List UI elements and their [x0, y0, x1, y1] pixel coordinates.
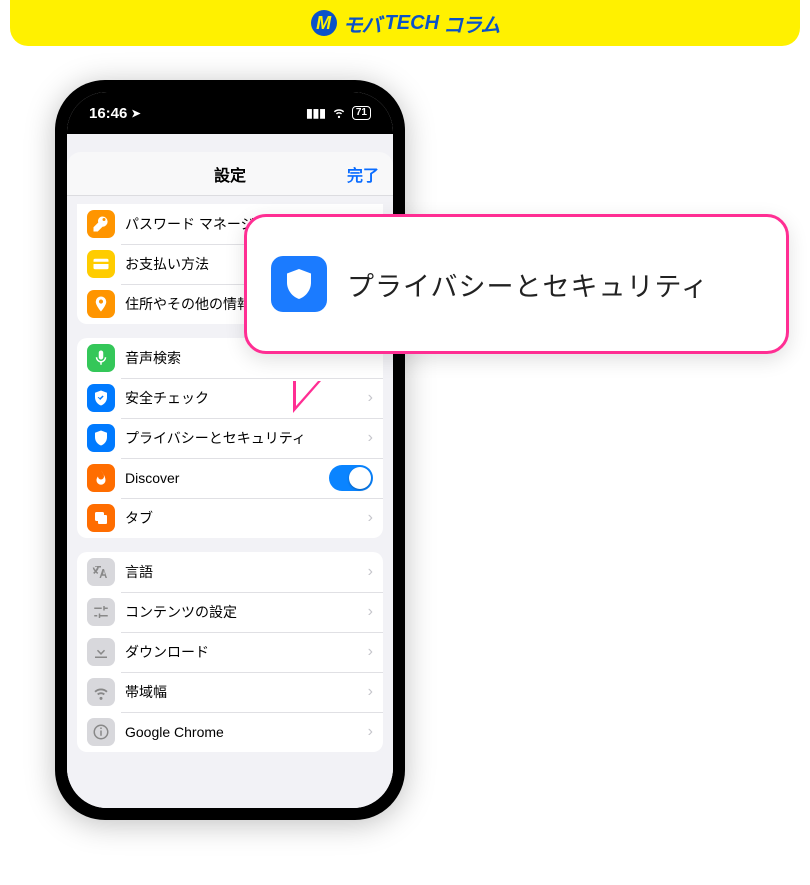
discover-toggle[interactable] [329, 465, 373, 491]
row-downloads[interactable]: ダウンロード › [77, 632, 383, 672]
info-icon [87, 718, 115, 746]
chevron-right-icon: › [368, 563, 373, 581]
chevron-right-icon: › [368, 603, 373, 621]
row-label: 言語 [125, 562, 368, 582]
row-label: Discover [125, 470, 329, 486]
row-label: Google Chrome [125, 724, 368, 740]
mic-icon [87, 344, 115, 372]
chevron-right-icon: › [368, 643, 373, 661]
callout-bubble: プライバシーとセキュリティ [244, 214, 789, 354]
location-arrow-icon: ➤ [131, 107, 140, 120]
status-time: 16:46 [89, 105, 127, 122]
brand-text-mo: モバ [343, 9, 381, 38]
tabs-icon [87, 504, 115, 532]
row-content-settings[interactable]: コンテンツの設定 › [77, 592, 383, 632]
settings-group: 音声検索 安全チェック › プライバシーとセキュリティ [77, 338, 383, 538]
shield-check-icon [87, 384, 115, 412]
chevron-right-icon: › [368, 723, 373, 741]
sliders-icon [87, 598, 115, 626]
battery-level: 71 [352, 106, 371, 120]
chevron-right-icon: › [368, 429, 373, 447]
row-bandwidth[interactable]: 帯域幅 › [77, 672, 383, 712]
wifi-icon [87, 678, 115, 706]
shield-icon [87, 424, 115, 452]
callout-text: プライバシーとセキュリティ [347, 265, 709, 304]
row-label: プライバシーとセキュリティ [125, 428, 368, 448]
signal-icon: ▮▮▮ [306, 106, 326, 120]
nav-title: 設定 [67, 162, 393, 186]
phone-notch [155, 92, 305, 118]
pin-icon [87, 290, 115, 318]
chevron-right-icon: › [368, 683, 373, 701]
shield-icon [271, 256, 327, 312]
nav-header: 設定 完了 [67, 152, 393, 196]
row-label: 安全チェック [125, 388, 368, 408]
card-icon [87, 250, 115, 278]
translate-icon [87, 558, 115, 586]
chevron-right-icon: › [368, 389, 373, 407]
wifi-status-icon [332, 105, 346, 122]
brand-logo-icon: M [311, 10, 337, 36]
row-language[interactable]: 言語 › [77, 552, 383, 592]
key-icon [87, 210, 115, 238]
phone-mockup: 16:46 ➤ ▮▮▮ 71 設定 完了 [55, 80, 405, 820]
row-label: 帯域幅 [125, 682, 368, 702]
row-label: コンテンツの設定 [125, 602, 368, 622]
row-discover[interactable]: Discover [77, 458, 383, 498]
settings-group: 言語 › コンテンツの設定 › ダウンロード [77, 552, 383, 752]
chevron-right-icon: › [368, 509, 373, 527]
phone-screen: 16:46 ➤ ▮▮▮ 71 設定 完了 [67, 92, 393, 808]
brand-bar: M モバ TECH コラム [10, 0, 800, 46]
row-safety-check[interactable]: 安全チェック › [77, 378, 383, 418]
download-icon [87, 638, 115, 666]
row-privacy-security[interactable]: プライバシーとセキュリティ › [77, 418, 383, 458]
brand-text-tech: TECH [385, 12, 439, 35]
row-tabs[interactable]: タブ › [77, 498, 383, 538]
done-button[interactable]: 完了 [347, 162, 379, 186]
row-label: タブ [125, 508, 368, 528]
row-label: ダウンロード [125, 642, 368, 662]
row-google-chrome[interactable]: Google Chrome › [77, 712, 383, 752]
brand-text-column: コラム [443, 9, 499, 38]
flame-icon [87, 464, 115, 492]
